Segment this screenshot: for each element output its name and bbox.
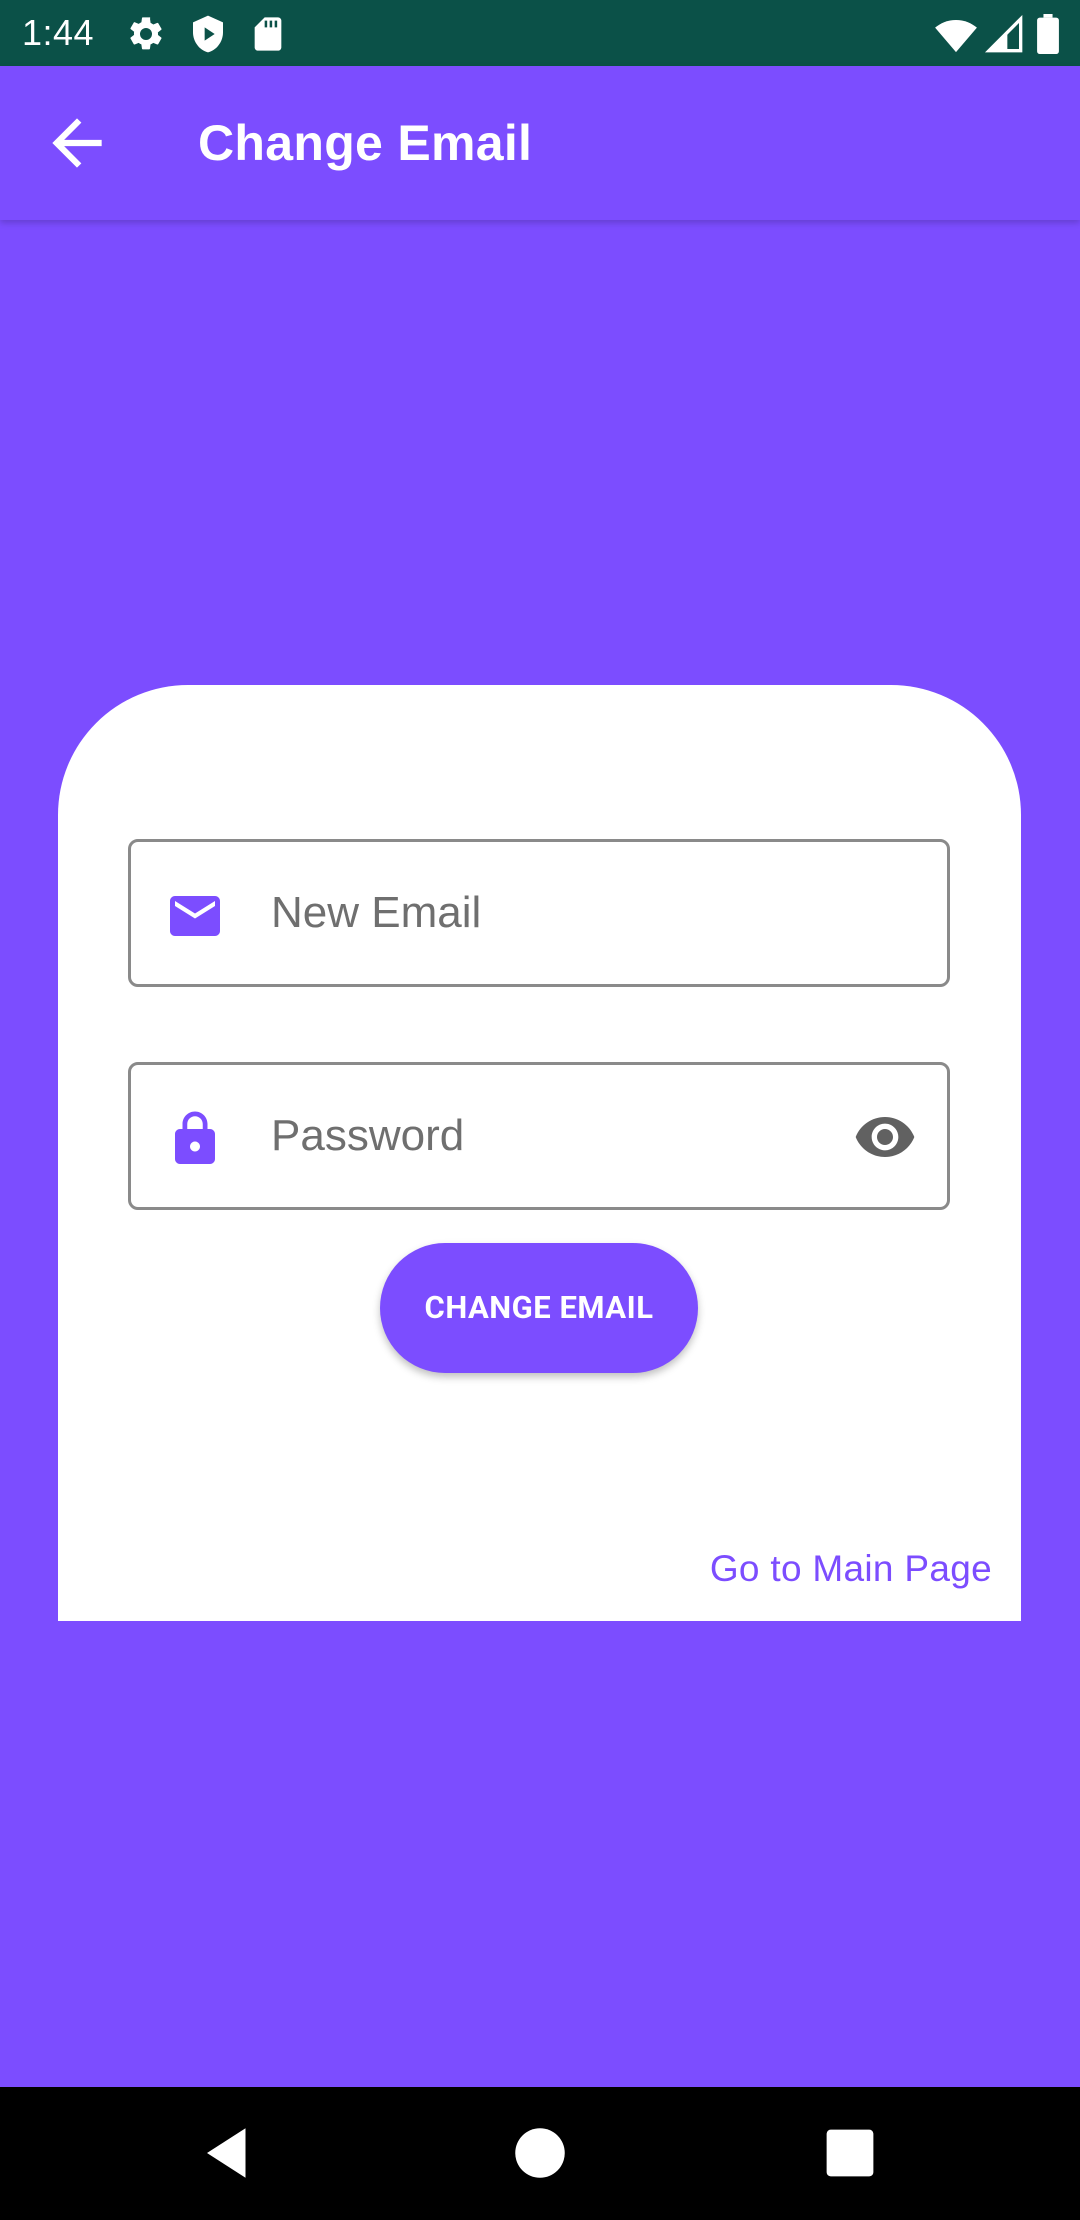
status-time: 1:44 [22,12,95,53]
signal-icon [984,14,1023,53]
app-bar: Change Email [0,66,1080,220]
shield-play-icon [193,15,223,53]
page-title: Change Email [198,115,533,171]
new-email-input[interactable] [271,842,811,984]
system-nav-bar [0,2087,1080,2220]
go-to-main-page-link[interactable]: Go to Main Page [710,1546,992,1592]
password-field[interactable] [128,1062,950,1210]
lock-icon [175,1111,215,1164]
back-triangle-icon[interactable] [196,2120,262,2186]
new-email-field[interactable] [128,839,950,987]
arrow-back-icon [52,118,102,168]
home-circle-icon[interactable] [507,2120,573,2186]
mail-icon [170,896,220,936]
recents-square-icon[interactable] [817,2120,883,2186]
sd-card-icon [254,17,282,51]
change-email-button[interactable]: CHANGE EMAIL [380,1243,698,1373]
wifi-icon [935,20,977,53]
back-button[interactable] [40,106,114,180]
status-bar: 1:44 [0,0,1080,66]
gear-icon [130,17,162,50]
battery-icon [1037,14,1059,54]
password-visibility-toggle[interactable] [853,1105,917,1169]
eye-icon [855,1117,915,1157]
password-input[interactable] [271,1065,811,1207]
